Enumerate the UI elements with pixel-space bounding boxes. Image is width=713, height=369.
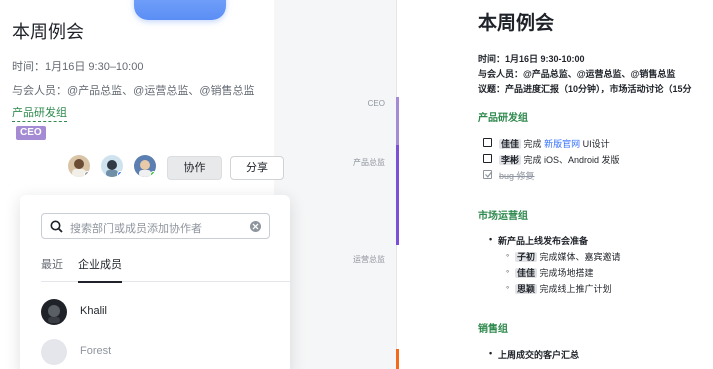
org-label-product[interactable]: 产品总监 bbox=[353, 157, 385, 168]
sync-icon bbox=[166, 0, 192, 4]
list-text: 完成媒体、嘉宾邀请 bbox=[539, 252, 621, 262]
todo-text: 完成 iOS、Android 发版 bbox=[523, 155, 620, 165]
middle-column bbox=[274, 0, 396, 369]
member-name: Forest bbox=[80, 345, 112, 357]
check-icon bbox=[485, 171, 493, 178]
mention[interactable]: 李彬 bbox=[499, 155, 522, 165]
mention[interactable]: 佳佳 bbox=[515, 268, 538, 278]
todo-text: 完成 bbox=[523, 139, 542, 149]
document: 本周例会 时间：1月16日 9:30-10:00 与会人员：@产品总监、@运营总… bbox=[478, 0, 713, 369]
group-link[interactable]: 产品研发组 bbox=[12, 104, 67, 122]
section-market: 市场运营组 bbox=[478, 211, 528, 222]
avatar[interactable] bbox=[68, 155, 90, 177]
collaborate-button[interactable]: 协作 bbox=[167, 156, 222, 180]
list-item: 新产品上线发布会准备 bbox=[489, 234, 588, 247]
page-title: 本周例会 bbox=[12, 22, 84, 42]
search-placeholder: 搜索部门或成员添加协作者 bbox=[70, 223, 202, 235]
checkbox[interactable] bbox=[483, 138, 492, 147]
avatar bbox=[41, 299, 67, 325]
list-item: 思颖 完成线上推广计划 bbox=[506, 282, 612, 295]
list-text: 完成场地搭建 bbox=[539, 268, 594, 278]
tab-members[interactable]: 企业成员 bbox=[78, 256, 122, 283]
doc-agenda: 议题：产品进度汇报（10分钟），市场活动讨论（15分 bbox=[478, 84, 692, 94]
list-item: 子初 完成媒体、嘉宾邀请 bbox=[506, 250, 621, 263]
ceo-bar bbox=[396, 97, 399, 145]
mention[interactable]: 思颖 bbox=[515, 284, 538, 294]
org-label-ops[interactable]: 运营总监 bbox=[353, 254, 385, 265]
avatar bbox=[41, 339, 67, 365]
attendees: 与会人员：@产品总监、@运营总监、@销售总监 bbox=[12, 85, 255, 97]
avatar[interactable] bbox=[134, 155, 156, 177]
popup-tabs: 最近 企业成员 bbox=[41, 256, 290, 283]
clear-icon[interactable] bbox=[250, 221, 261, 232]
ceo-tag: CEO bbox=[16, 126, 46, 140]
ops-bar bbox=[396, 349, 399, 369]
list-item: 佳佳 完成场地搭建 bbox=[506, 266, 594, 279]
todo-text-done: bug 修复 bbox=[499, 171, 535, 181]
share-button[interactable]: 分享 bbox=[230, 156, 284, 180]
avatar[interactable] bbox=[101, 155, 123, 177]
doc-title: 本周例会 bbox=[478, 13, 555, 34]
list-item: 上周成交的客户汇总 bbox=[489, 348, 579, 361]
search-input[interactable]: 搜索部门或成员添加协作者 bbox=[41, 213, 270, 239]
section-product: 产品研发组 bbox=[478, 113, 528, 124]
meeting-time: 时间：1月16日 9:30–10:00 bbox=[12, 61, 144, 73]
mention[interactable]: 佳佳 bbox=[499, 139, 522, 149]
org-label-ceo[interactable]: CEO bbox=[368, 99, 385, 108]
sync-badge[interactable] bbox=[134, 0, 226, 20]
section-sales: 销售组 bbox=[478, 324, 508, 335]
checkbox-checked[interactable] bbox=[483, 170, 493, 179]
checkbox[interactable] bbox=[483, 154, 492, 163]
todo-text: UI设计 bbox=[582, 139, 610, 149]
collaborator-popup: 搜索部门或成员添加协作者 最近 企业成员 Khalil Forest bbox=[20, 195, 290, 369]
doc-link[interactable]: 新版官网 bbox=[544, 139, 580, 149]
tab-recent[interactable]: 最近 bbox=[41, 256, 63, 282]
list-text: 完成线上推广计划 bbox=[539, 284, 612, 294]
doc-attendees: 与会人员：@产品总监、@运营总监、@销售总监 bbox=[478, 69, 676, 79]
search-icon bbox=[50, 220, 63, 233]
mention[interactable]: 子初 bbox=[515, 252, 538, 262]
product-bar bbox=[396, 145, 399, 245]
doc-time: 时间：1月16日 9:30-10:00 bbox=[478, 54, 585, 64]
member-name: Khalil bbox=[80, 305, 107, 317]
